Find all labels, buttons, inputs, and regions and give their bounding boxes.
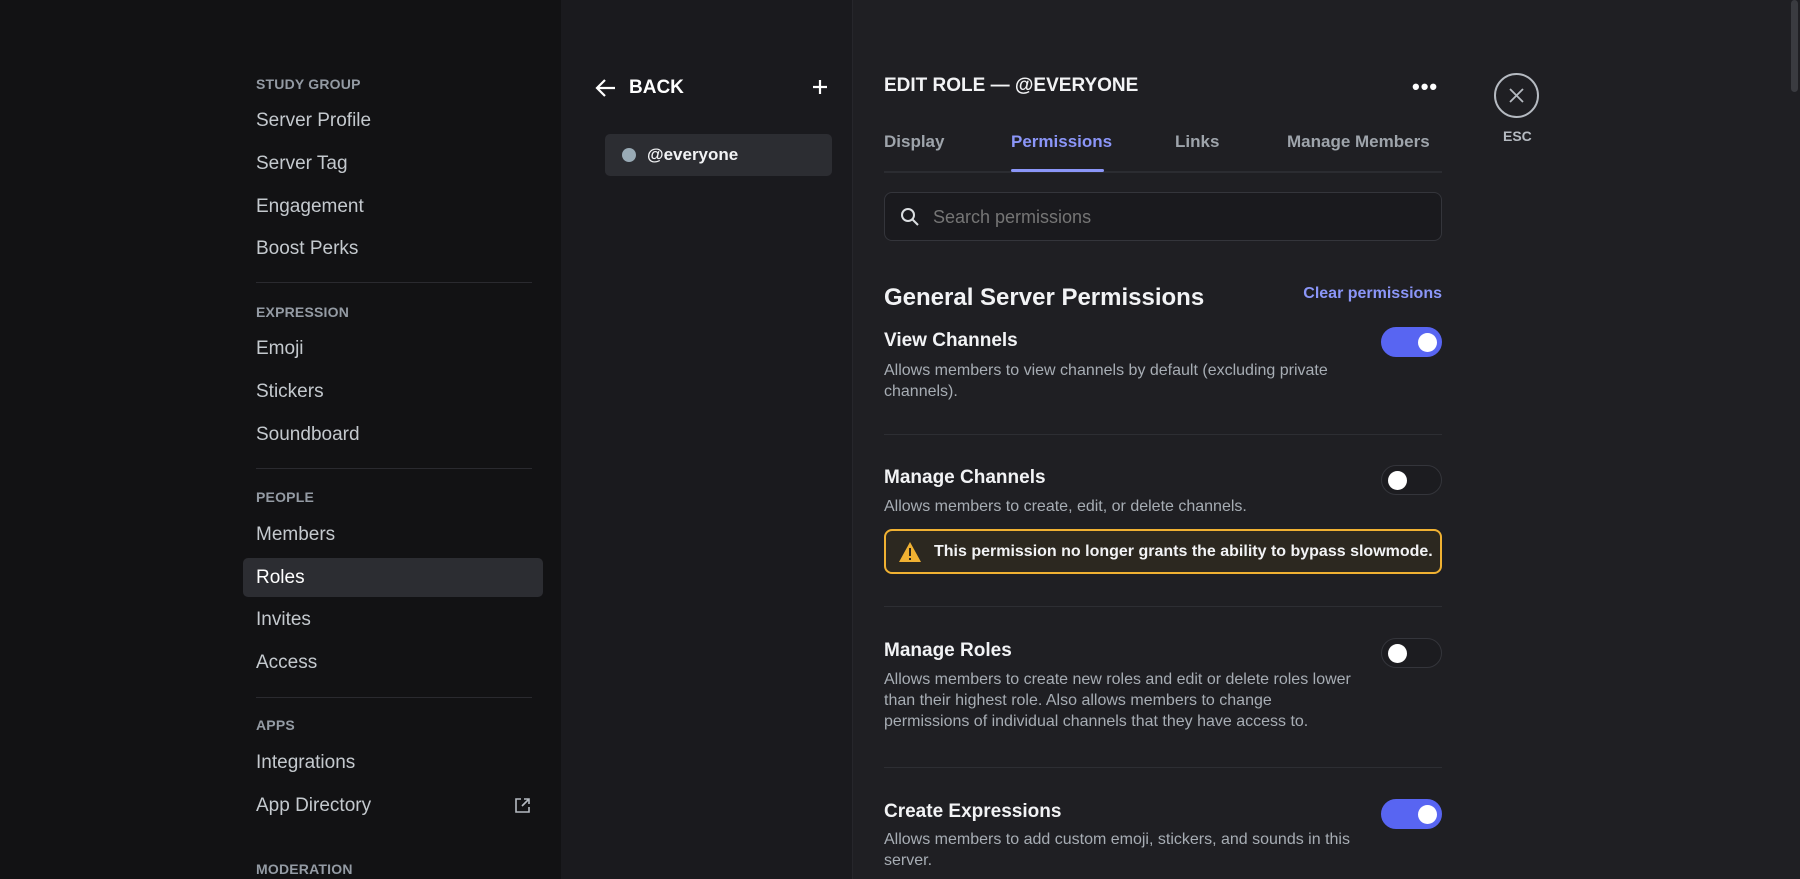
divider [884, 767, 1442, 768]
sidebar-item-access[interactable]: Access [243, 643, 543, 682]
sidebar-item-soundboard[interactable]: Soundboard [243, 415, 543, 454]
role-item-everyone[interactable]: @everyone [605, 134, 832, 176]
sidebar-item-server-profile[interactable]: Server Profile [243, 101, 543, 140]
manage-channels-toggle[interactable] [1381, 465, 1442, 495]
external-link-icon [515, 798, 530, 813]
permission-description: Allows members to view channels by defau… [884, 362, 1328, 400]
sidebar-item-label: App Directory [256, 795, 372, 816]
close-icon [1509, 88, 1524, 103]
role-color-dot [622, 148, 636, 162]
view-channels-toggle[interactable] [1381, 327, 1442, 357]
toggle-knob [1388, 471, 1407, 490]
toggle-knob [1418, 333, 1437, 352]
tab-display[interactable]: Display [884, 132, 944, 152]
section-title: General Server Permissions [884, 284, 1205, 311]
scrollbar-thumb[interactable] [1791, 0, 1798, 92]
permission-name: Create Expressions [884, 801, 1062, 822]
tab-permissions[interactable]: Permissions [1011, 132, 1112, 152]
esc-label: ESC [1503, 128, 1532, 144]
sidebar-item-invites[interactable]: Invites [243, 600, 543, 639]
tab-links[interactable]: Links [1175, 132, 1219, 152]
page-title: EDIT ROLE — @EVERYONE [884, 75, 1139, 96]
permission-name: View Channels [884, 330, 1018, 351]
arrow-left-icon [595, 79, 615, 97]
more-options-icon[interactable]: ••• [1412, 74, 1438, 100]
back-label: BACK [629, 77, 684, 98]
divider [256, 697, 532, 698]
clear-permissions-link[interactable]: Clear permissions [1303, 285, 1442, 303]
section-header: STUDY GROUP [256, 76, 361, 92]
divider [256, 468, 532, 469]
section-header: APPS [256, 717, 295, 733]
sidebar-item-stickers[interactable]: Stickers [243, 372, 543, 411]
manage-roles-toggle[interactable] [1381, 638, 1442, 668]
warning-text: This permission no longer grants the abi… [934, 542, 1433, 560]
roles-column: BACK @everyone [561, 0, 853, 879]
active-tab-indicator [1011, 169, 1104, 172]
divider [256, 282, 532, 283]
back-button[interactable]: BACK [595, 75, 684, 101]
warning-icon [899, 541, 921, 562]
add-role-icon[interactable] [812, 79, 828, 95]
search-input[interactable] [933, 205, 1413, 229]
sidebar-item-server-tag[interactable]: Server Tag [243, 144, 543, 183]
sidebar-item-engagement[interactable]: Engagement [243, 187, 543, 226]
settings-sidebar: STUDY GROUP Server Profile Server Tag En… [0, 0, 561, 879]
toggle-knob [1388, 644, 1407, 663]
permission-name: Manage Channels [884, 467, 1046, 488]
close-button[interactable] [1494, 73, 1539, 118]
role-name: @everyone [647, 145, 739, 164]
create-expressions-toggle[interactable] [1381, 799, 1442, 829]
sidebar-item-roles[interactable]: Roles [243, 558, 543, 597]
toggle-knob [1418, 805, 1437, 824]
sidebar-item-app-directory[interactable]: App Directory [243, 786, 543, 825]
divider [884, 606, 1442, 607]
warning-notice: This permission no longer grants the abi… [884, 529, 1442, 574]
section-header: EXPRESSION [256, 304, 350, 320]
permission-description: Allows members to create new roles and e… [884, 671, 1351, 730]
sidebar-item-integrations[interactable]: Integrations [243, 743, 543, 782]
permission-description: Allows members to add custom emoji, stic… [884, 831, 1350, 869]
section-header: MODERATION [256, 861, 353, 877]
tab-bar-divider [884, 171, 1442, 173]
sidebar-item-members[interactable]: Members [243, 515, 543, 554]
search-permissions-field[interactable] [884, 192, 1442, 241]
sidebar-item-emoji[interactable]: Emoji [243, 329, 543, 368]
divider [884, 434, 1442, 435]
tab-manage-members[interactable]: Manage Members [1287, 132, 1430, 152]
search-icon [901, 208, 919, 226]
sidebar-item-boost-perks[interactable]: Boost Perks [243, 229, 543, 268]
permission-name: Manage Roles [884, 640, 1012, 661]
permission-description: Allows members to create, edit, or delet… [884, 498, 1247, 515]
section-header: PEOPLE [256, 489, 314, 505]
